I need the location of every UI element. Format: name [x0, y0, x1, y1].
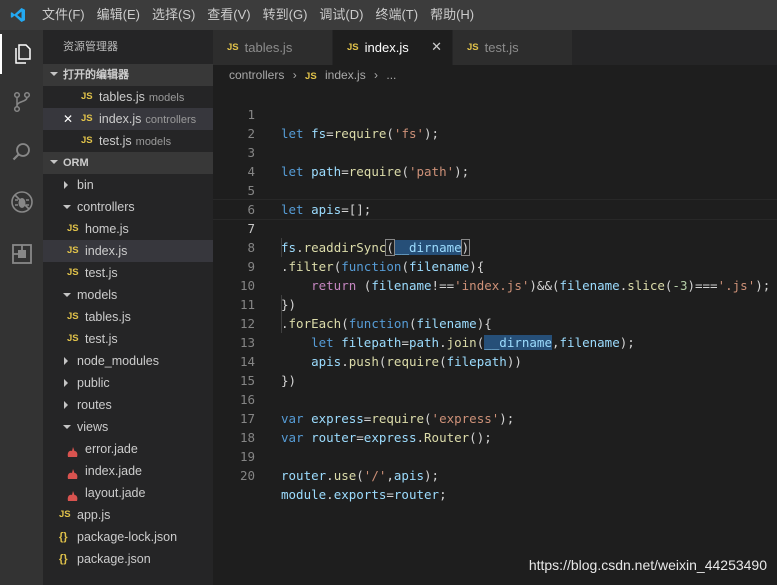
editor-tabs: JS tables.js JS index.js ✕ JS test.js [213, 30, 777, 65]
code-line: 12 let filepath=path.join(__dirname,file… [239, 316, 635, 350]
code-line: 6 [247, 202, 255, 217]
file-package-json[interactable]: {} package.json [43, 548, 213, 570]
js-file-icon: JS [347, 42, 359, 53]
search-icon[interactable] [0, 132, 43, 172]
menu-go[interactable]: 转到(G) [257, 0, 314, 30]
file-test-js[interactable]: JS test.js [43, 328, 213, 350]
debug-icon[interactable] [0, 182, 43, 222]
explorer-icon[interactable] [0, 34, 43, 74]
menu-view[interactable]: 查看(V) [201, 0, 256, 30]
js-file-icon: JS [467, 42, 479, 53]
chevron-down-icon [50, 160, 58, 164]
explorer-title: 资源管理器 [63, 41, 118, 53]
chevron-right-icon [64, 181, 68, 189]
open-editor-test[interactable]: JS test.js models [43, 130, 213, 152]
code-line: 15 [239, 373, 255, 388]
current-code-line: 7 fs.readdirSync(__dirname) [213, 199, 777, 256]
file-test-js[interactable]: JS test.js [43, 262, 213, 284]
menu-help[interactable]: 帮助(H) [424, 0, 480, 30]
file-tables-js[interactable]: JS tables.js [43, 306, 213, 328]
file-error-jade[interactable]: error.jade [43, 438, 213, 460]
code-line: 18 [239, 430, 255, 445]
menu-edit[interactable]: 编辑(E) [91, 0, 146, 30]
breadcrumb-folder[interactable]: controllers [229, 68, 284, 82]
tab-test-js[interactable]: JS test.js [453, 30, 573, 65]
folder-bin[interactable]: bin [43, 174, 213, 196]
folder-routes[interactable]: routes [43, 394, 213, 416]
code-line: 20 module.exports=router; [239, 468, 447, 502]
code-line: 11 .forEach(function(filename){ [239, 297, 492, 331]
js-file-icon: JS [67, 245, 79, 256]
open-editor-tables[interactable]: JS tables.js models [43, 86, 213, 108]
project-header[interactable]: ORM [43, 152, 213, 174]
folder-public[interactable]: public [43, 372, 213, 394]
code-line: 8 .filter(function(filename){ [247, 240, 485, 274]
code-line: 19 router.use('/',apis); [239, 449, 440, 483]
json-file-icon: {} [59, 531, 68, 543]
code-line: 9 return (filename!=='index.js')&&(filen… [247, 259, 771, 293]
js-file-icon: JS [59, 509, 71, 520]
tab-tables-js[interactable]: JS tables.js [213, 30, 333, 65]
menu-terminal[interactable]: 终端(T) [369, 0, 424, 30]
chevron-down-icon [63, 293, 71, 297]
code-line: 5 let apis=[]; [247, 183, 372, 217]
menu-debug[interactable]: 调试(D) [313, 0, 369, 30]
code-line: 17 var router=express.Router(); [239, 411, 492, 445]
js-file-icon: JS [81, 91, 93, 102]
extensions-icon[interactable] [0, 234, 43, 274]
folder-models[interactable]: models [43, 284, 213, 306]
json-file-icon: {} [59, 553, 68, 565]
breadcrumb-more[interactable]: ... [386, 68, 396, 82]
file-index-jade[interactable]: index.jade [43, 460, 213, 482]
js-file-icon: JS [81, 113, 93, 124]
file-home-js[interactable]: JS home.js [43, 218, 213, 240]
watermark: https://blog.csdn.net/weixin_44253490 [528, 557, 767, 573]
breadcrumb-separator: › [374, 68, 379, 82]
js-file-icon: JS [305, 71, 317, 82]
close-icon[interactable]: ✕ [63, 108, 73, 130]
js-file-icon: JS [67, 267, 79, 278]
chevron-right-icon [64, 379, 68, 387]
source-control-icon[interactable] [0, 82, 43, 122]
title-bar: 文件(F) 编辑(E) 选择(S) 查看(V) 转到(G) 调试(D) 终端(T… [0, 0, 777, 30]
close-icon[interactable]: ✕ [431, 39, 442, 55]
folder-controllers[interactable]: controllers [43, 196, 213, 218]
open-editor-index[interactable]: ✕ JS index.js controllers [43, 108, 213, 130]
js-file-icon: JS [227, 42, 239, 53]
code-line: 14 }) [239, 354, 297, 388]
chevron-down-icon [63, 425, 71, 429]
file-app-js[interactable]: JS app.js [43, 504, 213, 526]
folder-views[interactable]: views [43, 416, 213, 438]
chevron-down-icon [63, 205, 71, 209]
chevron-right-icon [64, 357, 68, 365]
code-editor[interactable]: 1 let fs=require('fs'); 2 3 let path=req… [213, 86, 777, 585]
js-file-icon: JS [81, 135, 93, 146]
code-line: 10 }) [239, 278, 297, 312]
js-file-icon: JS [67, 223, 79, 234]
tab-index-js[interactable]: JS index.js ✕ [333, 30, 453, 65]
code-line: 4 [247, 164, 255, 179]
code-line: 1 let fs=require('fs'); [247, 107, 440, 141]
menu-file[interactable]: 文件(F) [36, 0, 91, 30]
code-line: 16 var express=require('express'); [239, 392, 515, 426]
folder-node-modules[interactable]: node_modules [43, 350, 213, 372]
code-line: 3 let path=require('path'); [247, 145, 470, 179]
file-index-js[interactable]: JS index.js [43, 240, 213, 262]
code-line: 13 apis.push(require(filepath)) [239, 335, 522, 369]
js-file-icon: JS [67, 333, 79, 344]
explorer-sidebar: 资源管理器 打开的编辑器 JS tables.js models ✕ JS ind… [43, 30, 213, 585]
breadcrumb: controllers › JS index.js › ... [213, 65, 777, 86]
breadcrumb-separator: › [292, 68, 297, 82]
vscode-logo-icon [0, 0, 36, 30]
js-file-icon: JS [67, 311, 79, 322]
breadcrumb-file[interactable]: index.js [325, 68, 366, 82]
file-package-lock-json[interactable]: {} package-lock.json [43, 526, 213, 548]
chevron-right-icon [64, 401, 68, 409]
open-editors-header[interactable]: 打开的编辑器 [43, 64, 213, 86]
activity-bar [0, 30, 43, 585]
menu-selection[interactable]: 选择(S) [146, 0, 201, 30]
code-line: 2 [247, 126, 255, 141]
chevron-down-icon [50, 72, 58, 76]
file-layout-jade[interactable]: layout.jade [43, 482, 213, 504]
